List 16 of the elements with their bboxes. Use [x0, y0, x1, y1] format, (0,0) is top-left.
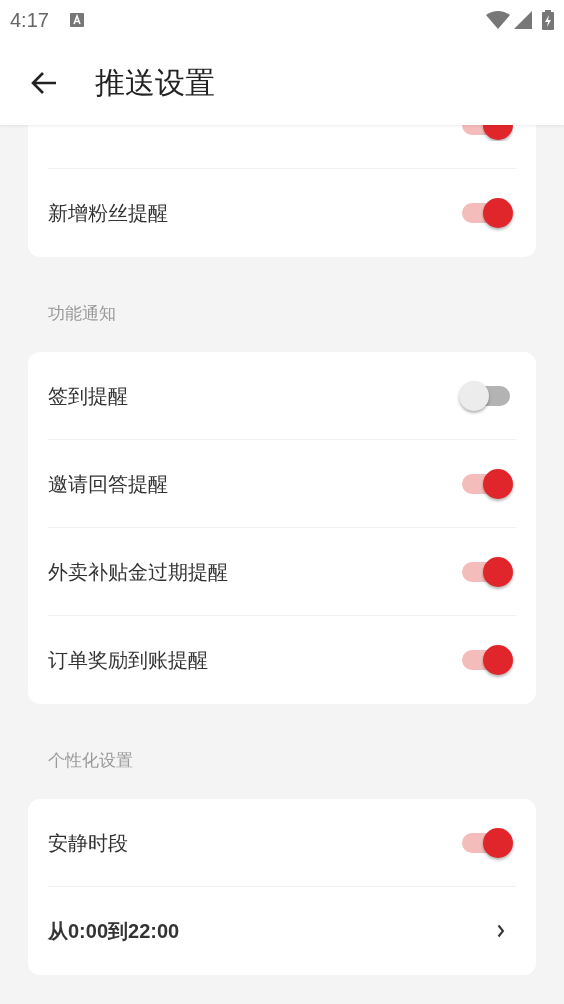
section-header: 功能通知 — [48, 304, 116, 323]
setting-label: 新增粉丝提醒 — [48, 201, 168, 226]
section-header: 个性化设置 — [48, 751, 133, 770]
signal-icon — [514, 11, 532, 29]
wifi-icon — [486, 11, 510, 29]
setting-label: 安静时段 — [48, 830, 128, 856]
chevron-right-icon — [497, 924, 505, 938]
page-title: 推送设置 — [95, 65, 215, 101]
setting-label: 邀请回答提醒 — [48, 471, 168, 497]
status-time: 4:17 — [10, 8, 49, 33]
setting-label: 从0:00到22:00 — [48, 919, 180, 944]
setting-label: 订单奖励到账提醒 — [48, 648, 208, 673]
setting-label: 签到提醒 — [48, 383, 128, 409]
setting-label: 外卖补贴金过期提醒 — [48, 559, 228, 585]
notification-icon — [69, 13, 84, 27]
battery-icon — [542, 10, 554, 30]
